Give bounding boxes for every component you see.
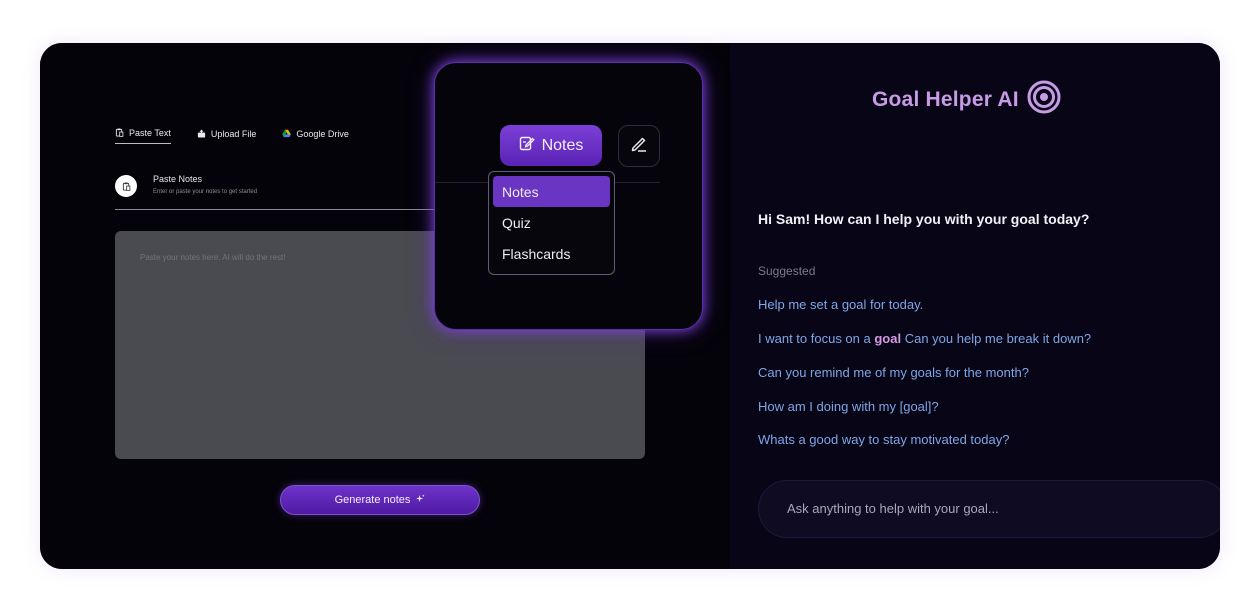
source-tabs: Paste Text Upload File Google Drive xyxy=(115,125,375,144)
suggestion-item[interactable]: How am I doing with my [goal]? xyxy=(758,399,939,414)
suggestion-item[interactable]: Help me set a goal for today. xyxy=(758,297,923,312)
menu-item-flashcards[interactable]: Flashcards xyxy=(493,238,610,269)
app-title: Goal Helper AI xyxy=(872,87,1019,111)
edit-button[interactable] xyxy=(618,125,660,167)
assistant-panel: Goal Helper AI Hi Sam! How can I help yo… xyxy=(730,43,1220,569)
tab-label: Upload File xyxy=(210,129,257,139)
upload-icon xyxy=(197,128,206,140)
tab-upload-file[interactable]: Upload File xyxy=(197,125,257,143)
tab-label: Google Drive xyxy=(296,129,349,139)
notes-edit-icon xyxy=(519,135,535,156)
clipboard-icon xyxy=(115,128,124,139)
tab-google-drive[interactable]: Google Drive xyxy=(282,125,349,143)
paste-notes-title: Paste Notes xyxy=(153,174,203,184)
mode-selector-card: Notes Notes Quiz Flashcards xyxy=(434,62,703,330)
menu-item-notes[interactable]: Notes xyxy=(493,176,610,207)
generate-notes-button[interactable]: Generate notes xyxy=(280,485,480,515)
mode-dropdown-menu: Notes Quiz Flashcards xyxy=(488,171,615,275)
chat-input-container xyxy=(758,480,1220,538)
mode-dropdown-button[interactable]: Notes xyxy=(500,125,602,166)
mode-selected-label: Notes xyxy=(541,136,584,154)
tab-paste-text[interactable]: Paste Text xyxy=(115,125,171,144)
chat-input[interactable] xyxy=(787,501,1187,516)
paste-notes-subtitle: Enter or paste your notes to get started xyxy=(153,189,258,195)
pen-icon xyxy=(629,134,649,159)
target-icon xyxy=(1027,80,1061,119)
suggestion-item[interactable]: Can you remind me of my goals for the mo… xyxy=(758,365,1029,380)
greeting-text: Hi Sam! How can I help you with your goa… xyxy=(758,211,1090,227)
generate-label: Generate notes xyxy=(334,494,411,506)
clipboard-icon xyxy=(115,175,137,197)
suggestion-item[interactable]: Whats a good way to stay motivated today… xyxy=(758,432,1009,447)
sparkle-icon xyxy=(416,494,425,506)
highlighted-keyword: goal xyxy=(874,331,902,346)
google-drive-icon xyxy=(282,129,292,140)
suggested-label: Suggested xyxy=(758,264,816,278)
suggestion-item[interactable]: I want to focus on a goal Can you help m… xyxy=(758,331,1091,346)
brand-header: Goal Helper AI xyxy=(872,80,1061,119)
menu-item-quiz[interactable]: Quiz xyxy=(493,207,610,238)
tab-label: Paste Text xyxy=(129,128,171,138)
